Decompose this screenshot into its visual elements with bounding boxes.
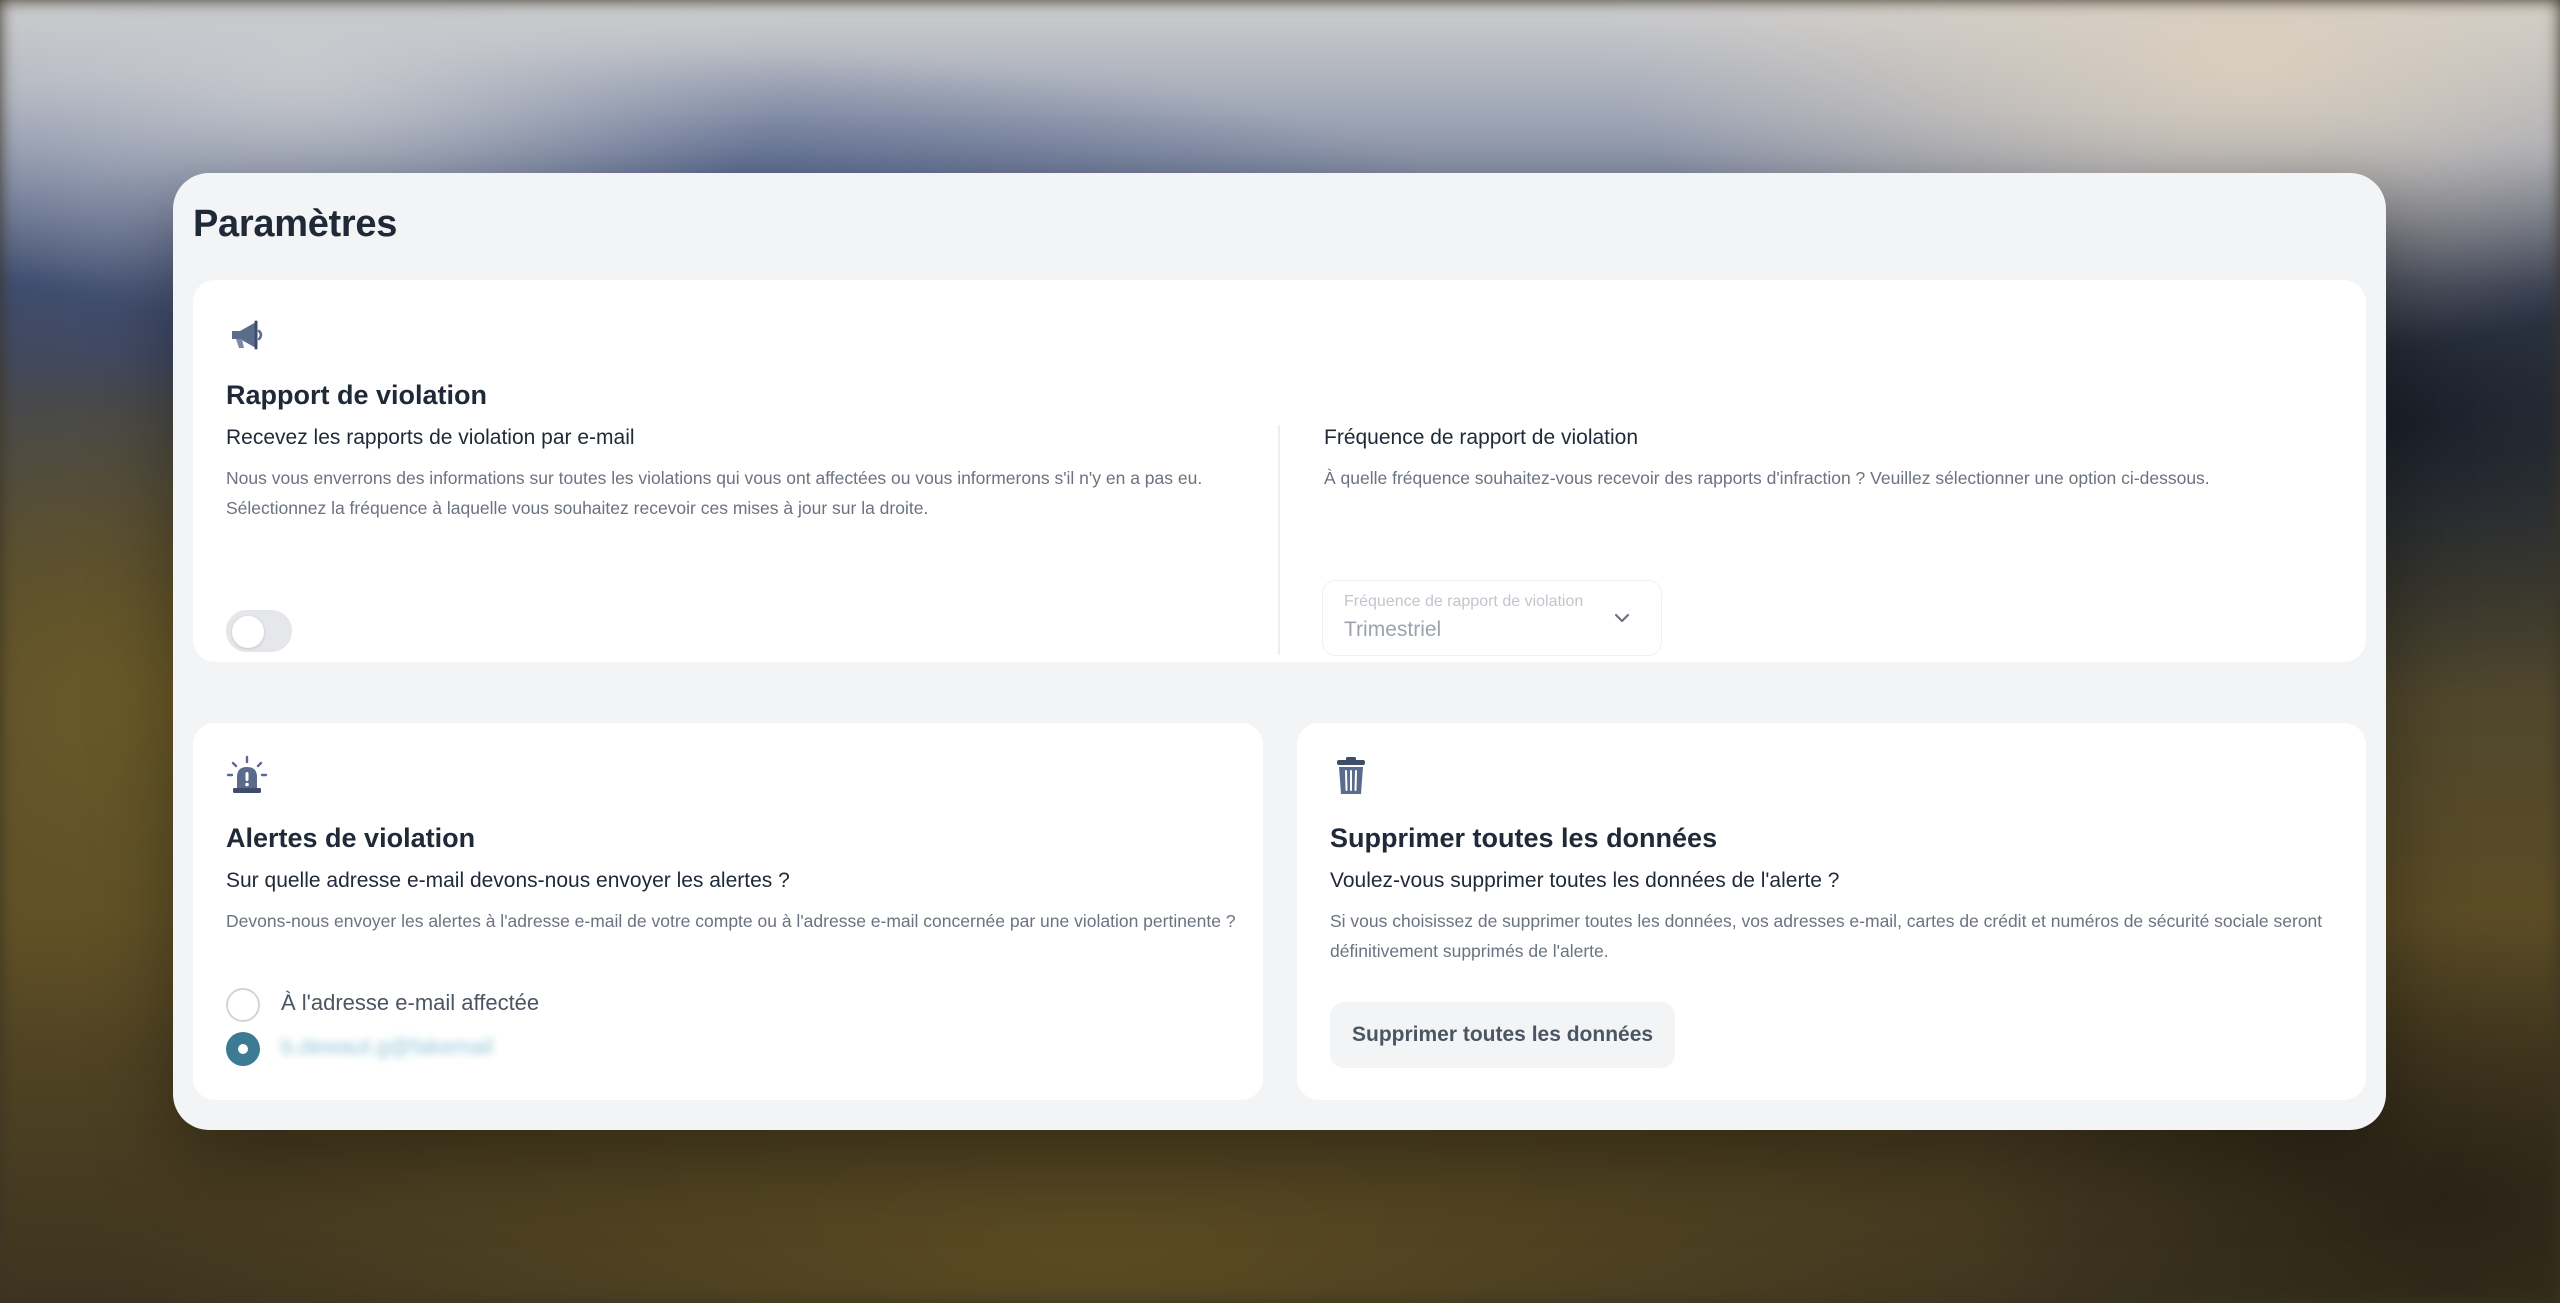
delete-data-description: Si vous choisissez de supprimer toutes l… [1330, 911, 2323, 961]
radio-option-account-email[interactable]: b.dewaut.g@fakemail [226, 1032, 826, 1068]
delete-data-card: Supprimer toutes les données Voulez-vous… [1297, 723, 2366, 1100]
violation-report-card: Rapport de violation Recevez les rapport… [193, 280, 2366, 662]
section-divider [1278, 425, 1280, 655]
radio-button-selected[interactable] [226, 1032, 260, 1066]
siren-icon [226, 755, 268, 793]
megaphone-icon [232, 320, 263, 350]
frequency-select-label: Fréquence de rapport de violation [1344, 593, 1584, 610]
violation-report-title: Rapport de violation [226, 380, 488, 410]
chevron-down-icon [1614, 613, 1630, 623]
email-report-toggle[interactable] [226, 610, 292, 652]
delete-data-title: Supprimer toutes les données [1330, 823, 1718, 853]
frequency-select-value: Trimestriel [1344, 618, 1442, 641]
violation-alerts-card: Alertes de violation Sur quelle adresse … [193, 723, 1263, 1100]
frequency-select[interactable]: Fréquence de rapport de violation Trimes… [1322, 580, 1662, 656]
delete-all-data-button[interactable]: Supprimer toutes les données [1330, 1002, 1676, 1068]
radio-button[interactable] [226, 988, 260, 1022]
radio-option-affected-email[interactable]: À l'adresse e-mail affectée [226, 988, 826, 1024]
email-report-subtitle: Recevez les rapports de violation par e-… [226, 426, 635, 449]
radio-option-label-blurred-email: b.dewaut.g@fakemail [281, 1034, 493, 1059]
trash-icon [1337, 757, 1365, 794]
frequency-description: À quelle fréquence souhaitez-vous recevo… [1324, 468, 2210, 488]
page-title: Paramètres [193, 203, 398, 245]
delete-data-subtitle: Voulez-vous supprimer toutes les données… [1330, 869, 1840, 892]
violation-alerts-title: Alertes de violation [226, 823, 476, 853]
settings-window: Paramètres Rapport de violation Recevez … [173, 173, 2386, 1130]
toggle-knob [232, 616, 264, 648]
radio-option-label: À l'adresse e-mail affectée [281, 990, 540, 1015]
alerts-subtitle: Sur quelle adresse e-mail devons-nous en… [226, 869, 790, 892]
alerts-description: Devons-nous envoyer les alertes à l'adre… [226, 911, 1236, 931]
email-report-description: Nous vous enverrons des informations sur… [226, 468, 1203, 518]
frequency-subtitle: Fréquence de rapport de violation [1324, 426, 1639, 449]
